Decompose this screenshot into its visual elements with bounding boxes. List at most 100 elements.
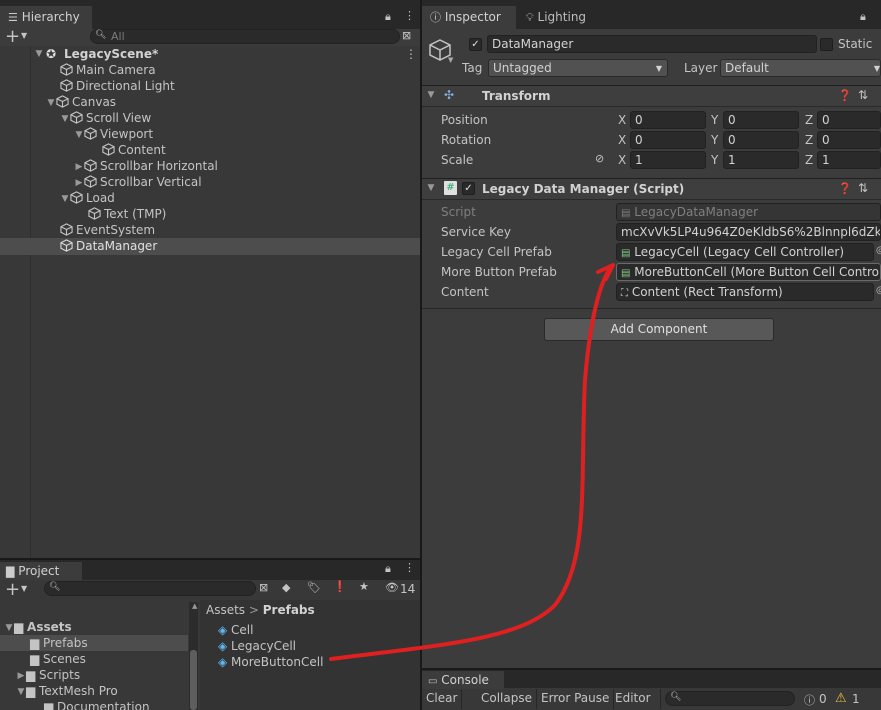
- project-search-input[interactable]: 🔍︎: [44, 581, 256, 596]
- help-icon[interactable]: ❓: [838, 182, 852, 195]
- rotation-z-field[interactable]: 0: [817, 131, 881, 149]
- list-item[interactable]: ▼ Scroll View: [60, 110, 152, 127]
- console-search-input[interactable]: 🔍︎: [665, 691, 795, 706]
- unity-scene-icon: ✪: [46, 47, 57, 61]
- list-item[interactable]: ▼ Load: [60, 190, 115, 206]
- chevron-down-icon[interactable]: ▼: [21, 31, 27, 40]
- tag-label: Tag: [462, 61, 483, 75]
- editor-dropdown[interactable]: Editor ▼: [611, 689, 661, 709]
- expand-arrow-icon[interactable]: ▼: [60, 191, 70, 207]
- chevron-down-icon[interactable]: ▼: [21, 584, 27, 593]
- add-icon[interactable]: +: [5, 579, 20, 600]
- expand-arrow-icon[interactable]: ▶: [74, 159, 84, 175]
- collapse-button[interactable]: Collapse: [477, 689, 537, 709]
- lock-icon[interactable]: 🔒︎: [385, 10, 391, 24]
- tree-item[interactable]: ▶ ▆ Scripts: [16, 667, 81, 683]
- scene-menu-icon[interactable]: ⋮: [405, 46, 417, 62]
- search-options-icon[interactable]: ⊠: [402, 29, 411, 42]
- tab-lighting[interactable]: 💡︎ Lighting: [518, 6, 604, 29]
- log-count: 0: [819, 692, 827, 706]
- object-picker-icon[interactable]: ◎: [876, 245, 881, 256]
- expand-arrow-icon[interactable]: ▼: [60, 111, 70, 127]
- expand-arrow-icon[interactable]: ▶: [74, 175, 84, 191]
- help-icon[interactable]: ❓: [838, 89, 852, 102]
- service-key-field[interactable]: mcXvVk5LP4u964Z0eKldbS6%2Blnnpl6dZk52: [616, 223, 881, 241]
- list-item[interactable]: ▶ Scrollbar Vertical: [74, 174, 202, 190]
- favorite-icon[interactable]: ★: [359, 580, 369, 593]
- expand-arrow-icon[interactable]: ▼: [46, 95, 56, 111]
- warning-icon[interactable]: ⚠: [835, 691, 847, 706]
- object-name-field[interactable]: DataManager: [487, 35, 817, 53]
- tree-item-label: Scripts: [39, 668, 81, 682]
- breadcrumb-current[interactable]: Prefabs: [263, 603, 315, 617]
- filter-type-icon[interactable]: ◆: [282, 581, 290, 594]
- script-component-header[interactable]: ▼ # ✓ Legacy Data Manager (Script) ❓ ⇅: [422, 178, 881, 200]
- list-item[interactable]: Directional Light: [60, 78, 175, 94]
- more-menu-icon[interactable]: ⋮: [404, 561, 415, 574]
- more-menu-icon[interactable]: ⋮: [404, 9, 415, 22]
- folder-icon: ▇: [6, 565, 15, 578]
- log-icon[interactable]: ⓘ: [804, 692, 815, 708]
- list-item[interactable]: Text (TMP): [88, 206, 166, 222]
- transform-header[interactable]: ▼ ✣ Transform ❓ ⇅: [422, 85, 881, 107]
- asset-item[interactable]: ◈ LegacyCell: [218, 638, 296, 654]
- layer-dropdown[interactable]: Default ▼: [720, 59, 881, 77]
- settings-icon[interactable]: ⇅: [858, 88, 868, 102]
- search-input[interactable]: 🔍︎ All: [90, 29, 400, 44]
- rotation-y-field[interactable]: 0: [723, 131, 799, 149]
- service-key-label: Service Key: [441, 225, 511, 239]
- list-item[interactable]: Content: [102, 142, 166, 158]
- static-checkbox[interactable]: [820, 38, 833, 51]
- position-y-field[interactable]: 0: [723, 111, 799, 129]
- position-z-field[interactable]: 0: [817, 111, 881, 129]
- expand-arrow-icon[interactable]: ▼: [74, 127, 84, 143]
- tab-project[interactable]: ▇ Project: [0, 562, 82, 580]
- content-label: Content: [441, 285, 489, 299]
- more-button-prefab-field[interactable]: ▤ MoreButtonCell (More Button Cell Contr…: [616, 263, 881, 281]
- search-by-type-icon[interactable]: ⊠: [259, 581, 268, 594]
- tree-item[interactable]: ▼ ▆ TextMesh Pro: [16, 683, 118, 699]
- clear-button[interactable]: Clear: [422, 689, 463, 709]
- link-icon[interactable]: ⊘: [595, 152, 604, 165]
- rotation-x-field[interactable]: 0: [630, 131, 706, 149]
- label-icon[interactable]: 🏷︎: [307, 581, 321, 594]
- scale-y-field[interactable]: 1: [723, 151, 799, 169]
- list-item-label: Scroll View: [86, 111, 152, 125]
- scale-z-field[interactable]: 1: [817, 151, 881, 169]
- tab-inspector[interactable]: ⓘ Inspector: [422, 6, 516, 29]
- tab-console[interactable]: ▭ Console: [422, 671, 504, 689]
- add-component-button[interactable]: Add Component: [544, 318, 774, 341]
- list-item[interactable]: Main Camera: [60, 62, 156, 78]
- script-enabled-checkbox[interactable]: ✓: [462, 182, 475, 195]
- scale-x-field[interactable]: 1: [630, 151, 706, 169]
- list-item[interactable]: ▶ Scrollbar Horizontal: [74, 158, 218, 174]
- error-pause-button[interactable]: Error Pause: [537, 689, 615, 709]
- asset-item[interactable]: ◈ MoreButtonCell: [218, 654, 323, 670]
- content-field[interactable]: ⛶ Content (Rect Transform): [616, 283, 874, 301]
- tree-item[interactable]: ▆ Documentation: [44, 699, 150, 710]
- hidden-packages-icon[interactable]: 👁︎: [385, 581, 399, 594]
- list-item-label: Load: [86, 191, 115, 205]
- add-icon[interactable]: +: [5, 26, 20, 47]
- list-item-selected[interactable]: DataManager: [60, 238, 157, 254]
- tree-item[interactable]: ▆ Scenes: [30, 651, 86, 667]
- tree-scrollbar-thumb[interactable]: [190, 650, 197, 710]
- legacy-cell-prefab-field[interactable]: ▤ LegacyCell (Legacy Cell Controller): [616, 243, 874, 261]
- list-item[interactable]: ▼ Viewport: [74, 126, 154, 143]
- settings-icon[interactable]: ⇅: [858, 181, 868, 195]
- position-x-field[interactable]: 0: [630, 111, 706, 129]
- scene-row[interactable]: ▼ ✪ LegacyScene* ⋮: [0, 46, 420, 62]
- lock-icon[interactable]: 🔒︎: [860, 10, 866, 24]
- asset-item[interactable]: ◈ Cell: [218, 622, 253, 638]
- tree-item[interactable]: ▼ ▆ Assets: [4, 619, 72, 635]
- tag-dropdown[interactable]: Untagged ▼: [488, 59, 668, 77]
- transform-icon: ✣: [444, 88, 455, 102]
- active-checkbox[interactable]: ✓: [469, 38, 482, 51]
- tree-item[interactable]: ▆ Prefabs: [30, 635, 88, 651]
- list-item[interactable]: EventSystem: [60, 222, 155, 238]
- log-filter-icon[interactable]: ❗: [333, 580, 347, 593]
- lock-icon[interactable]: 🔒︎: [385, 562, 391, 576]
- breadcrumb-root[interactable]: Assets: [206, 603, 245, 617]
- object-picker-icon[interactable]: ◎: [876, 285, 881, 296]
- list-item[interactable]: ▼ Canvas: [46, 94, 117, 111]
